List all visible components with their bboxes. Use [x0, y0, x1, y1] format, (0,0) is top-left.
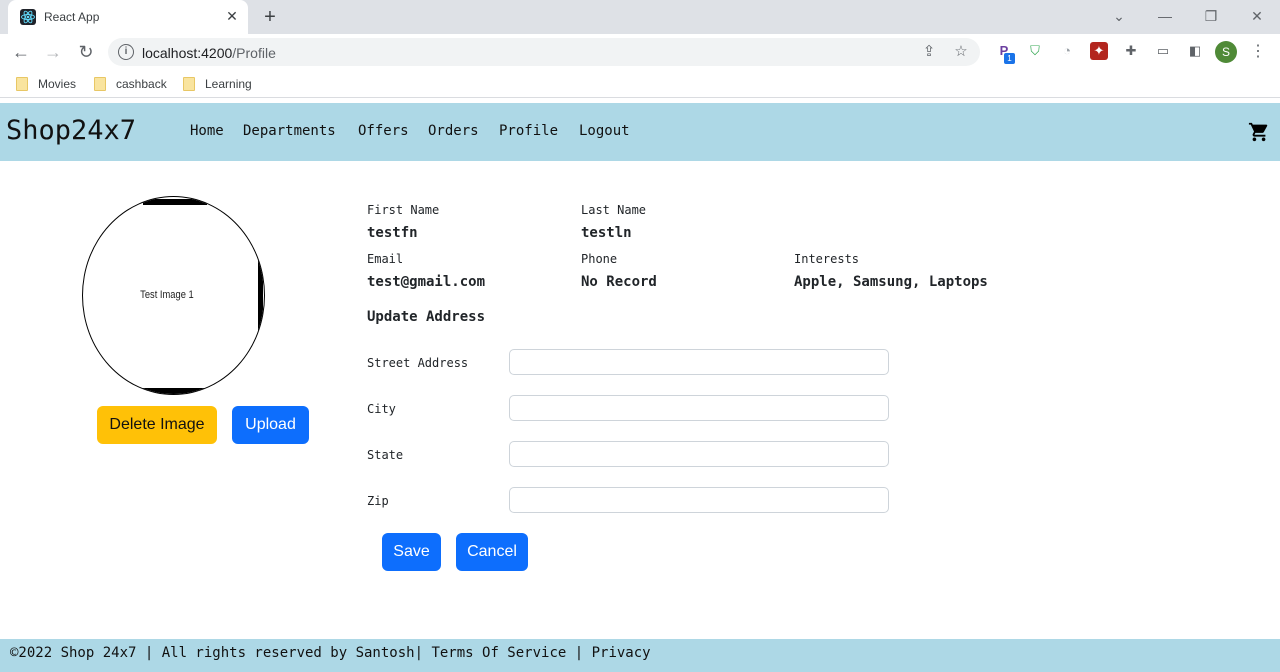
interests-label: Interests — [794, 252, 860, 266]
delete-image-button[interactable]: Delete Image — [97, 406, 217, 444]
save-button[interactable]: Save — [382, 533, 441, 571]
bookmark-cashback[interactable]: cashback — [94, 76, 167, 92]
profile-image: Test Image 1 — [82, 196, 265, 395]
folder-icon — [183, 77, 195, 91]
url-host: localhost:4200 — [142, 45, 233, 61]
image-caption: Test Image 1 — [140, 289, 194, 301]
zip-label: Zip — [367, 494, 389, 508]
extension-badge: 1 — [1004, 53, 1015, 64]
url-path: /Profile — [232, 45, 276, 61]
browser-tabstrip: React App ✕ + ⌄ — ❐ ✕ — [0, 0, 1280, 34]
address-bar[interactable]: i localhost:4200/Profile ⇪ ☆ — [108, 38, 980, 66]
nav-profile[interactable]: Profile — [499, 123, 558, 139]
upload-button[interactable]: Upload — [232, 406, 309, 444]
cart-icon[interactable] — [1248, 121, 1270, 143]
bookmarks-bar: Movies cashback Learning — [0, 70, 1280, 98]
cancel-button[interactable]: Cancel — [456, 533, 528, 571]
close-tab-icon[interactable]: ✕ — [224, 8, 240, 24]
last-name-label: Last Name — [581, 203, 647, 217]
app-navbar: Shop24x7 Home Departments Offers Orders … — [0, 103, 1280, 161]
footer-copyright: ©2022 Shop 24x7 | All rights reserved by… — [10, 645, 432, 661]
url-text[interactable]: localhost:4200/Profile — [142, 45, 276, 61]
image-border-top — [143, 199, 207, 205]
menu-icon[interactable]: ⋮ — [1250, 41, 1266, 63]
city-input[interactable] — [509, 395, 889, 421]
phone-label: Phone — [581, 252, 618, 266]
footer-separator: | — [566, 645, 592, 661]
star-icon[interactable]: ☆ — [952, 43, 970, 61]
folder-icon — [16, 77, 28, 91]
react-logo-icon — [20, 9, 36, 25]
footer-text: ©2022 Shop 24x7 | All rights reserved by… — [10, 645, 651, 661]
cast-icon[interactable]: ▭ — [1154, 42, 1172, 60]
phone-value: No Record — [581, 274, 657, 290]
reload-icon[interactable]: ↻ — [75, 41, 97, 63]
email-label: Email — [367, 252, 404, 266]
zip-input[interactable] — [509, 487, 889, 513]
state-input[interactable] — [509, 441, 889, 467]
image-border-right — [258, 257, 263, 337]
folder-icon — [94, 77, 106, 91]
window-close-icon[interactable]: ✕ — [1245, 6, 1269, 26]
back-icon[interactable]: ← — [10, 41, 32, 63]
nav-home[interactable]: Home — [190, 123, 224, 139]
terms-link[interactable]: Terms Of Service — [431, 645, 566, 661]
street-address-label: Street Address — [367, 356, 469, 370]
tab-title: React App — [44, 10, 100, 24]
bookmark-movies[interactable]: Movies — [16, 76, 76, 92]
privacy-link[interactable]: Privacy — [592, 645, 651, 661]
update-address-title: Update Address — [367, 309, 486, 325]
extension-red-icon[interactable]: ✦ — [1090, 42, 1108, 60]
extensions-icon[interactable]: ✚ — [1122, 42, 1140, 60]
state-label: State — [367, 448, 404, 462]
image-border-bottom — [143, 388, 207, 394]
street-address-input[interactable] — [509, 349, 889, 375]
city-label: City — [367, 402, 396, 416]
interests-value: Apple, Samsung, Laptops — [794, 274, 988, 290]
page-footer: ©2022 Shop 24x7 | All rights reserved by… — [0, 639, 1280, 672]
first-name-value: testfn — [367, 225, 418, 241]
bookmark-label: Learning — [205, 77, 252, 91]
nav-logout[interactable]: Logout — [579, 123, 630, 139]
email-value: test@gmail.com — [367, 274, 486, 290]
new-tab-button[interactable]: + — [258, 6, 282, 28]
info-icon[interactable]: i — [118, 44, 134, 60]
bookmark-label: Movies — [38, 77, 77, 91]
brand-logo[interactable]: Shop24x7 — [6, 115, 136, 146]
minimize-icon[interactable]: — — [1153, 6, 1177, 26]
tab-search-icon[interactable]: ⌄ — [1107, 6, 1131, 26]
clock-icon[interactable]: ◔ — [1058, 42, 1076, 60]
nav-orders[interactable]: Orders — [428, 123, 479, 139]
nav-offers[interactable]: Offers — [358, 123, 409, 139]
nav-departments[interactable]: Departments — [243, 123, 336, 139]
browser-tab[interactable]: React App ✕ — [8, 0, 248, 34]
bookmark-label: cashback — [116, 77, 167, 91]
bookmark-learning[interactable]: Learning — [183, 76, 252, 92]
browser-toolbar: ← → ↻ i localhost:4200/Profile ⇪ ☆ P 1 ⛉… — [0, 34, 1280, 70]
first-name-label: First Name — [367, 203, 440, 217]
restore-icon[interactable]: ❐ — [1199, 6, 1223, 26]
shield-icon[interactable]: ⛉ — [1026, 42, 1044, 60]
forward-icon[interactable]: → — [42, 41, 64, 63]
side-panel-icon[interactable]: ◧ — [1186, 42, 1204, 60]
profile-avatar[interactable]: S — [1215, 41, 1237, 63]
last-name-value: testln — [581, 225, 632, 241]
share-icon[interactable]: ⇪ — [920, 43, 938, 61]
